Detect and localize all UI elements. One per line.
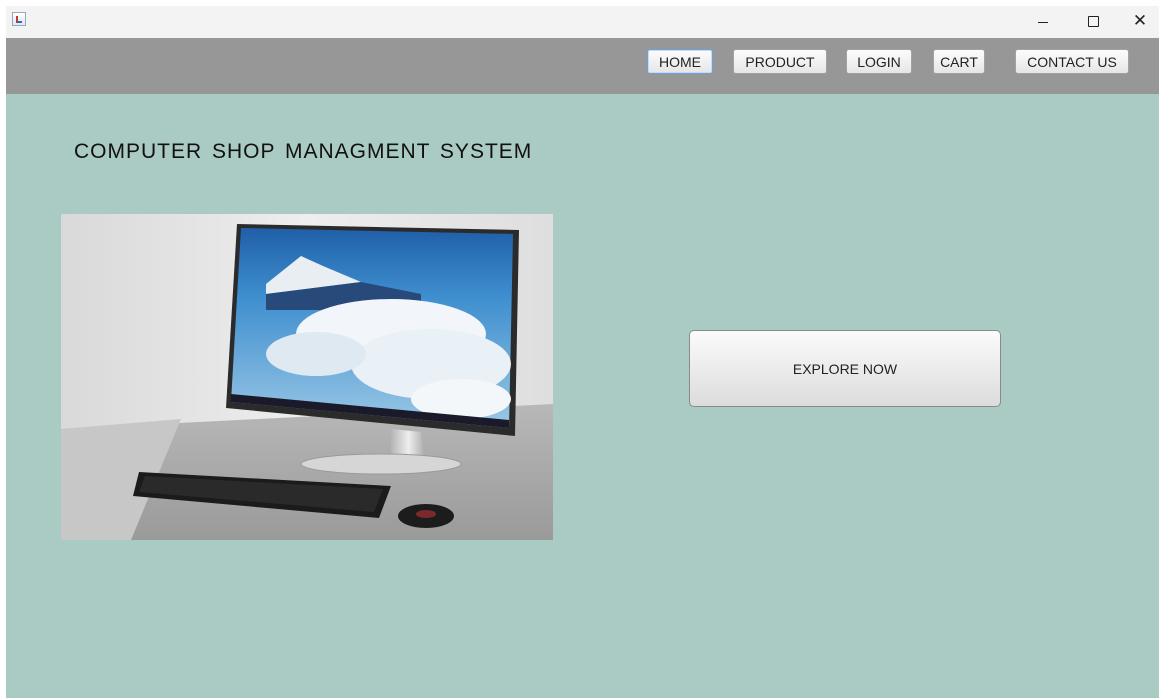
nav-product-button[interactable]: PRODUCT: [733, 49, 827, 74]
maximize-button[interactable]: [1073, 6, 1113, 36]
nav-cart-button[interactable]: CART: [933, 49, 985, 74]
close-icon: ✕: [1132, 10, 1148, 31]
close-button[interactable]: ✕: [1120, 6, 1159, 36]
explore-now-button[interactable]: EXPLORE NOW: [689, 330, 1001, 407]
main-content: COMPUTER SHOP MANAGMENT SYSTEM EXPLORE N…: [6, 94, 1159, 698]
minimize-icon: [1038, 21, 1048, 23]
desktop-computer-photo: [61, 214, 553, 540]
nav-contact-us-button[interactable]: CONTACT US: [1015, 49, 1129, 74]
page-title: COMPUTER SHOP MANAGMENT SYSTEM: [74, 140, 533, 163]
java-cup-icon[interactable]: [12, 12, 26, 26]
minimize-button[interactable]: [1023, 6, 1063, 36]
app-window: ✕ HOME PRODUCT LOGIN CART CONTACT US COM…: [6, 6, 1159, 698]
title-bar: ✕: [6, 6, 1159, 38]
nav-login-button[interactable]: LOGIN: [846, 49, 912, 74]
nav-bar: HOME PRODUCT LOGIN CART CONTACT US: [6, 38, 1159, 94]
nav-home-button[interactable]: HOME: [647, 49, 713, 74]
maximize-icon: [1087, 15, 1099, 27]
